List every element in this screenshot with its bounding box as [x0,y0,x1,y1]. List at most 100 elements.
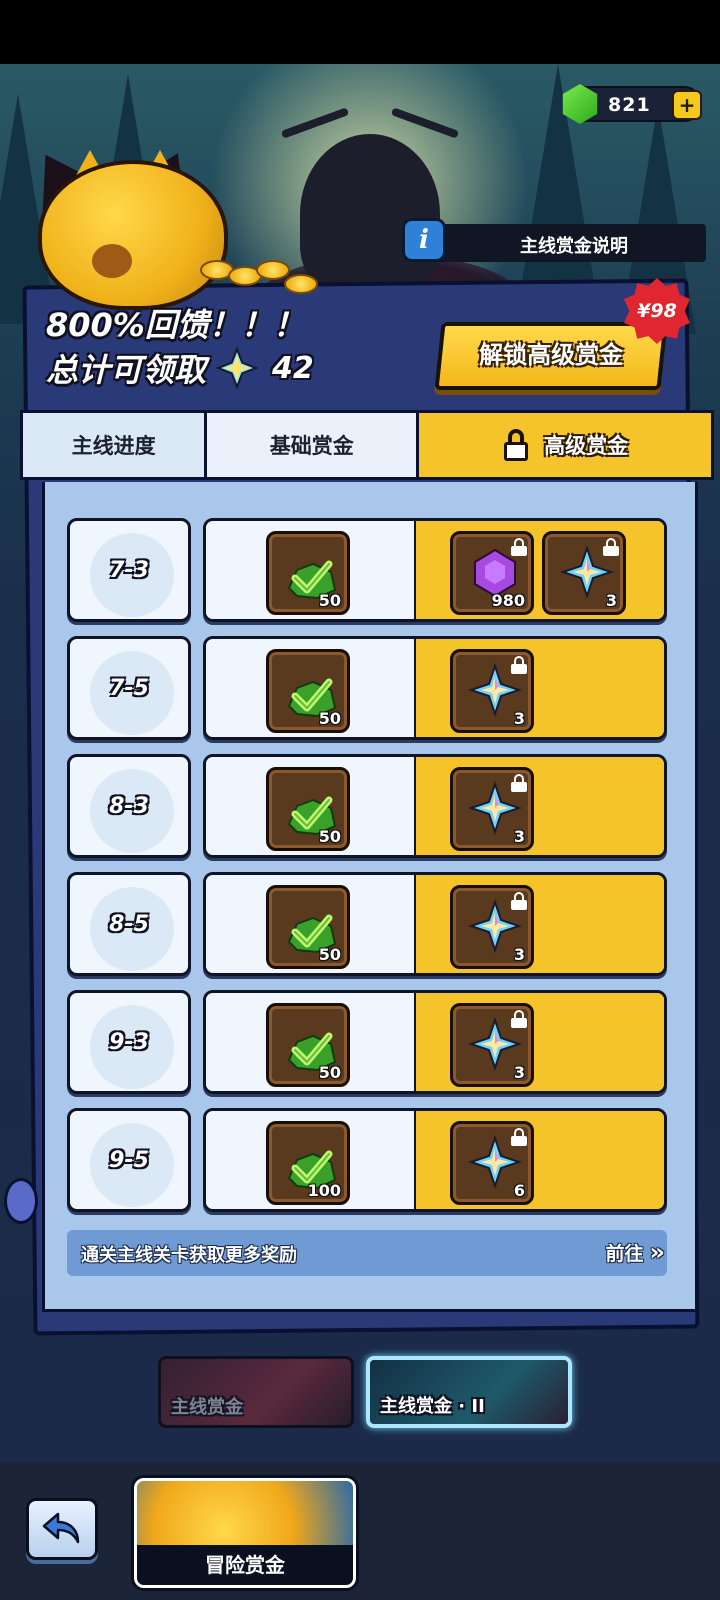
premium-reward-item[interactable]: 6 [450,1121,534,1205]
premium-reward-item[interactable]: 980 [450,531,534,615]
back-arrow-icon[interactable] [42,1512,82,1546]
reward-row: 7-5 50 3 [67,636,667,740]
basic-reward-cell: 50 [206,521,414,619]
reward-bar: 50 980 3 [203,518,667,622]
reward-quantity: 50 [318,591,341,610]
adventure-art [137,1481,353,1551]
reward-bar: 100 6 [203,1108,667,1212]
tab-basic-bounty: 基础赏金 [207,413,417,477]
tab-premium-label: 高级赏金 [544,434,629,458]
premium-reward-item[interactable]: 3 [450,649,534,733]
event-tab-label[interactable]: 主线赏金 · II [380,1392,485,1418]
reward-row: 7-3 50 980 3 [67,518,667,622]
total-label: 总计可领取 [46,351,207,389]
reward-quantity: 980 [491,591,525,610]
premium-reward-cell: 6 [414,1111,664,1209]
reward-row: 8-3 50 3 [67,754,667,858]
reward-quantity: 50 [318,709,341,728]
stage-cell: 8-5 [67,872,191,976]
stage-cell: 7-5 [67,636,191,740]
premium-reward-item[interactable]: 3 [542,531,626,615]
reward-quantity: 3 [513,709,525,728]
gold-coin-icon [256,260,290,280]
reward-row: 8-5 50 3 [67,872,667,976]
reward-quantity: 3 [513,945,525,964]
lock-icon [603,538,619,556]
reward-quantity: 3 [513,1063,525,1082]
cat-body [38,160,228,310]
bounty-info-text[interactable]: 主线赏金说明 [520,232,628,258]
reward-bar: 50 3 [203,754,667,858]
adventure-bounty-label[interactable]: 冒险赏金 [137,1545,353,1585]
status-bar [0,0,720,64]
go-button[interactable]: 前往 » [605,1238,664,1266]
basic-reward-item[interactable]: 50 [266,649,350,733]
gold-coin-icon [284,274,318,294]
reward-quantity: 6 [513,1181,525,1200]
premium-reward-cell: 3 [414,875,664,973]
adventure-bounty-tab[interactable]: 冒险赏金 [134,1478,356,1588]
more-rewards-bar: 通关主线关卡获取更多奖励 前往 » [67,1230,667,1276]
stage-cell: 9-3 [67,990,191,1094]
basic-reward-cell: 50 [206,993,414,1091]
premium-reward-cell: 3 [414,757,664,855]
bottom-nav [0,1462,720,1600]
stage-label: 8-3 [109,793,149,819]
unlock-premium-button[interactable]: 解锁高级赏金 [434,322,668,390]
basic-reward-item[interactable]: 100 [266,1121,350,1205]
tab-premium-bounty: 高级赏金 [419,413,711,477]
promo-headline: 800%回馈！！！ [46,306,305,344]
bounty-info-banner[interactable]: i 主线赏金说明 [402,218,706,262]
stage-cell: 8-3 [67,754,191,858]
add-gems-button[interactable]: + [672,90,702,120]
bounty-columns-header: 主线进度 基础赏金 高级赏金 [20,410,714,480]
boss-monster-silhouette [300,134,440,294]
mascot-cat [6,132,318,310]
back-button[interactable] [26,1498,98,1560]
total-claimable: 总计可领取 42 [46,346,314,390]
premium-reward-item[interactable]: 3 [450,767,534,851]
lock-icon [511,892,527,910]
reward-row: 9-3 50 3 [67,990,667,1094]
lock-icon [511,1128,527,1146]
go-label[interactable]: 前往 [605,1239,643,1266]
tab-progress: 主线进度 [23,413,205,477]
paw-decoration-icon [4,1178,38,1224]
gem-counter: 821 + [562,84,702,124]
reward-quantity: 3 [605,591,617,610]
event-tab-label[interactable]: 主线赏金 [171,1393,243,1419]
reward-quantity: 50 [318,827,341,846]
reward-bar: 50 3 [203,872,667,976]
gem-count: 821 [608,94,651,116]
basic-reward-item[interactable]: 50 [266,885,350,969]
premium-reward-item[interactable]: 3 [450,885,534,969]
stage-label: 7-5 [109,675,149,701]
total-value: 42 [272,350,314,386]
double-chevron-right-icon[interactable]: » [649,1238,664,1266]
basic-reward-cell: 50 [206,639,414,737]
stage-label: 9-3 [109,1029,149,1055]
premium-reward-cell: 980 3 [414,521,664,619]
stage-label: 9-5 [109,1147,149,1173]
reward-bar: 50 3 [203,636,667,740]
basic-reward-item[interactable]: 50 [266,1003,350,1087]
lock-icon [511,538,527,556]
stage-cell: 9-5 [67,1108,191,1212]
premium-reward-item[interactable]: 3 [450,1003,534,1087]
basic-reward-cell: 50 [206,875,414,973]
lock-icon [511,1010,527,1028]
unlock-premium-label[interactable]: 解锁高级赏金 [442,326,660,384]
stage-cell: 7-3 [67,518,191,622]
event-tab-main-bounty[interactable]: 主线赏金 [158,1356,354,1428]
info-icon[interactable]: i [402,218,446,262]
basic-reward-item[interactable]: 50 [266,531,350,615]
premium-reward-cell: 3 [414,993,664,1091]
star-crystal-icon [216,347,259,389]
reward-quantity: 100 [307,1181,341,1200]
reward-bar: 50 3 [203,990,667,1094]
reward-list[interactable]: 7-3 50 980 3 7-5 50 3 8-3 50 3 8-5 50 3 … [42,482,698,1312]
event-tab-main-bounty-ii[interactable]: 主线赏金 · II [366,1356,572,1428]
lock-icon [511,656,527,674]
basic-reward-item[interactable]: 50 [266,767,350,851]
basic-reward-cell: 100 [206,1111,414,1209]
